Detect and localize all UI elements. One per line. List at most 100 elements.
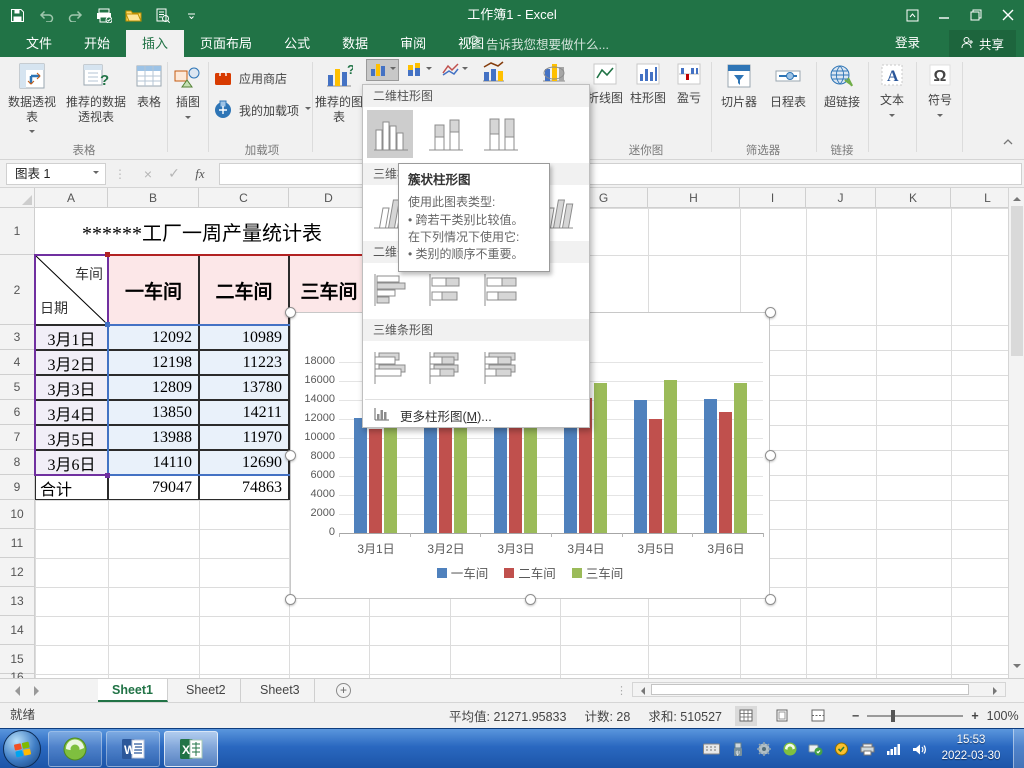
taskbar-clock[interactable]: 15:53 2022-03-30 [934,732,1008,764]
tab-review[interactable]: 审阅 [384,30,442,57]
bar-一车间-3月2日[interactable] [424,417,437,533]
new-sheet-icon[interactable]: + [336,683,351,698]
bar-二车间-3月5日[interactable] [649,419,662,533]
row-header-12[interactable]: 12 [0,558,35,587]
sheet-title-cell[interactable]: ******工厂一周产量统计表 [35,208,369,255]
column-header-K[interactable]: K [876,188,951,208]
row-header-1[interactable]: 1 [0,208,35,255]
total-value-cell[interactable]: 74863 [199,475,289,500]
antivirus-shield-icon[interactable] [833,741,850,758]
menu-item-3d-clustered-bar[interactable] [367,344,413,392]
date-cell[interactable]: 3月4日 [35,400,108,425]
date-cell[interactable]: 3月2日 [35,350,108,375]
value-cell[interactable]: 13780 [199,375,289,400]
show-desktop-button[interactable] [1013,729,1024,768]
row-header-9[interactable]: 9 [0,475,35,500]
select-all-corner[interactable] [0,188,35,208]
insert-column-chart-button[interactable] [366,59,399,81]
date-cell[interactable]: 3月1日 [35,325,108,350]
page-layout-view-icon[interactable] [771,706,793,726]
row-header-7[interactable]: 7 [0,425,35,450]
menu-item-clustered-column[interactable] [367,110,413,158]
bar-三车间-3月4日[interactable] [594,383,607,533]
zoom-slider-thumb[interactable] [891,710,895,722]
tab-page-layout[interactable]: 页面布局 [184,30,268,57]
tab-scroll-left-icon[interactable] [10,686,20,696]
sheet-tab-sheet1[interactable]: Sheet1 [98,679,168,702]
menu-item-3d-stacked-bar-100[interactable] [477,344,523,392]
share-button[interactable]: 共享 [949,30,1016,57]
timeline-button[interactable]: 日程表 [764,59,812,143]
usb-drive-icon[interactable]: ψ [729,741,746,758]
tab-scroll-right-icon[interactable] [34,686,44,696]
scroll-right-icon[interactable] [993,687,1001,695]
selection-handle[interactable] [285,594,296,605]
value-cell[interactable]: 14211 [199,400,289,425]
insert-hierarchy-chart-button[interactable] [402,59,435,81]
cancel-entry-icon[interactable]: × [135,163,161,185]
menu-item-stacked-bar[interactable] [422,266,468,314]
tab-home[interactable]: 开始 [68,30,126,57]
tab-formulas[interactable]: 公式 [268,30,326,57]
sparkline-column-button[interactable]: 柱形图 [627,59,669,143]
start-button[interactable] [3,730,41,768]
column-header-B[interactable]: B [108,188,199,208]
range-handle[interactable] [105,473,110,478]
row-header-6[interactable]: 6 [0,400,35,425]
workshop-header-cell[interactable]: 二车间 [199,255,289,325]
value-cell[interactable]: 12092 [108,325,199,350]
tell-me-box[interactable]: 告诉我您想要做什么... [468,30,609,57]
pivottable-button[interactable]: 数据透视表 [4,59,60,143]
bar-三车间-3月2日[interactable] [454,419,467,533]
slicer-button[interactable]: 切片器 [715,59,763,143]
column-header-H[interactable]: H [648,188,740,208]
range-handle[interactable] [105,322,110,327]
normal-view-icon[interactable] [735,706,757,726]
browser-tray-icon[interactable] [781,741,798,758]
total-label-cell[interactable]: 合计 [35,475,108,500]
keyboard-icon[interactable] [703,741,720,758]
scroll-left-icon[interactable] [637,687,645,695]
symbols-button[interactable]: Ω符号 [919,59,961,143]
minimize-icon[interactable] [928,0,960,30]
bar-一车间-3月1日[interactable] [354,418,367,533]
column-header-J[interactable]: J [806,188,876,208]
column-header-C[interactable]: C [199,188,289,208]
legend-item-三车间[interactable]: 三车间 [572,563,624,582]
bar-三车间-3月6日[interactable] [734,383,747,533]
value-cell[interactable]: 10989 [199,325,289,350]
selection-handle[interactable] [285,307,296,318]
table-button[interactable]: 表格 [132,59,166,143]
insert-function-icon[interactable]: fx [187,163,213,185]
row-header-3[interactable]: 3 [0,325,35,350]
row-header-4[interactable]: 4 [0,350,35,375]
bar-一车间-3月6日[interactable] [704,399,717,533]
diagonal-header-cell[interactable]: 车间 日期 [35,255,108,325]
taskbar-browser-button[interactable] [48,731,102,767]
hyperlink-button[interactable]: 超链接 [819,59,865,143]
value-cell[interactable]: 14110 [108,450,199,475]
zoom-slider[interactable] [867,715,963,717]
pivotchart-button[interactable] [536,59,572,85]
bar-三车间-3月5日[interactable] [664,380,677,533]
selection-handle[interactable] [765,450,776,461]
text-button[interactable]: A文本 [871,59,913,143]
scroll-down-icon[interactable] [1013,664,1021,672]
value-cell[interactable]: 12809 [108,375,199,400]
menu-item-clustered-bar[interactable] [367,266,413,314]
bar-三车间-3月1日[interactable] [384,427,397,533]
more-column-charts-item[interactable]: 更多柱形图(M)... [363,403,589,427]
value-cell[interactable]: 11970 [199,425,289,450]
horizontal-scroll-thumb[interactable] [651,684,969,695]
date-cell[interactable]: 3月6日 [35,450,108,475]
bar-二车间-3月2日[interactable] [439,426,452,533]
store-button[interactable]: 应用商店 [213,65,311,91]
row-header-5[interactable]: 5 [0,375,35,400]
menu-item-3d-stacked-bar[interactable] [422,344,468,392]
close-icon[interactable] [992,0,1024,30]
workshop-header-cell[interactable]: 一车间 [108,255,199,325]
illustrations-button[interactable]: 插图 [169,59,207,143]
column-header-D[interactable]: D [289,188,369,208]
value-cell[interactable]: 11223 [199,350,289,375]
legend-item-二车间[interactable]: 二车间 [504,563,556,582]
